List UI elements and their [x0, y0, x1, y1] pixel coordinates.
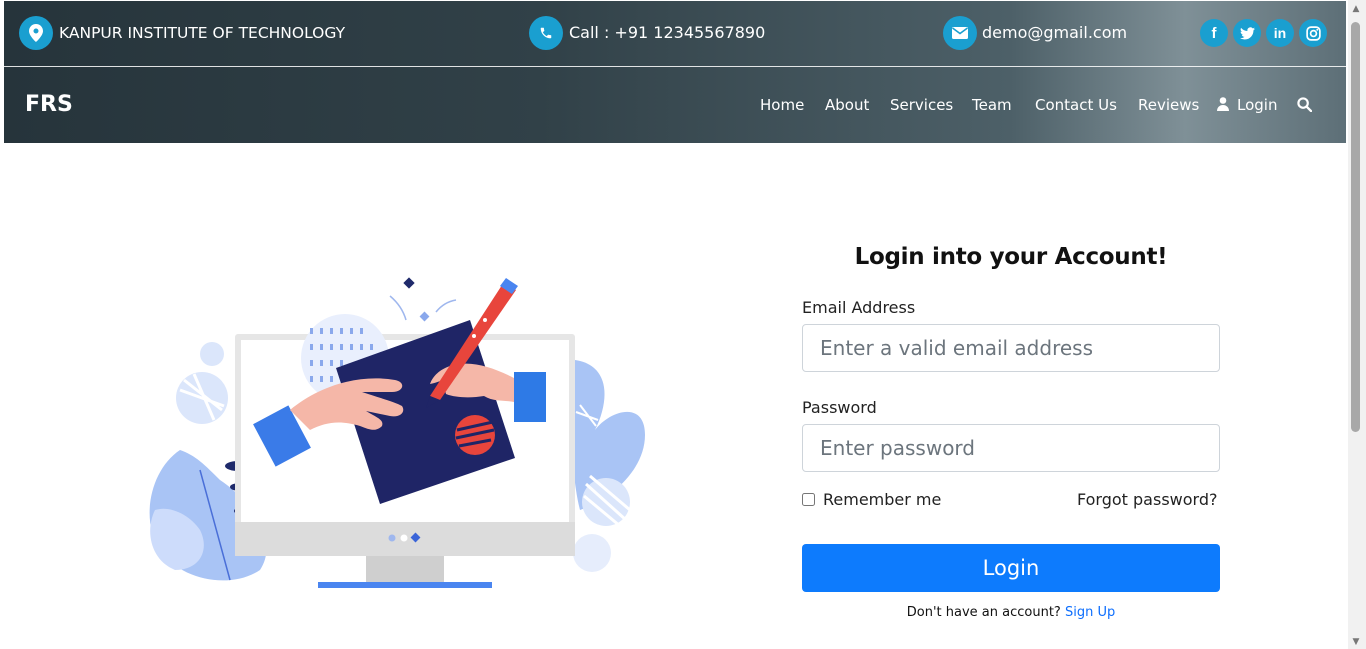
scrollbar-thumb[interactable] [1351, 22, 1360, 432]
brand-logo[interactable]: FRS [25, 92, 73, 118]
location-pin-icon [19, 16, 53, 50]
top-info-bar: KANPUR INSTITUTE OF TECHNOLOGY Call : +9… [4, 1, 1346, 67]
nav-contact-us[interactable]: Contact Us [1035, 95, 1117, 115]
contact-email: demo@gmail.com [982, 23, 1128, 42]
nav-team[interactable]: Team [972, 95, 1012, 115]
nav-home[interactable]: Home [760, 95, 804, 115]
login-button[interactable]: Login [802, 544, 1220, 592]
remember-me-group: Remember me [802, 490, 941, 509]
phone-number: Call : +91 12345567890 [569, 23, 766, 42]
email-label: Email Address [802, 298, 916, 317]
email-field[interactable] [802, 324, 1220, 372]
form-title: Login into your Account! [854, 244, 1168, 270]
password-label: Password [802, 398, 877, 417]
scroll-down-arrow-icon[interactable]: ▼ [1351, 637, 1361, 647]
signup-prompt-text: Don't have an account? [906, 605, 1061, 620]
search-icon[interactable] [1297, 97, 1313, 117]
password-field[interactable] [802, 424, 1220, 472]
instagram-icon[interactable] [1299, 19, 1327, 47]
remember-me-label[interactable]: Remember me [823, 490, 941, 509]
user-icon [1217, 96, 1229, 116]
topbar-divider [4, 66, 1346, 67]
scroll-up-arrow-icon[interactable]: ▲ [1351, 4, 1361, 14]
twitter-icon[interactable] [1233, 19, 1261, 47]
signup-link[interactable]: Sign Up [1065, 605, 1115, 620]
linkedin-icon[interactable]: in [1266, 19, 1294, 47]
nav-services[interactable]: Services [890, 95, 953, 115]
remember-me-checkbox[interactable] [802, 493, 815, 506]
institute-name: KANPUR INSTITUTE OF TECHNOLOGY [59, 24, 346, 42]
signup-prompt: Don't have an account? Sign Up [802, 605, 1220, 620]
envelope-icon [943, 16, 977, 50]
login-illustration [149, 277, 645, 588]
facebook-icon[interactable]: f [1200, 19, 1228, 47]
site-header: KANPUR INSTITUTE OF TECHNOLOGY Call : +9… [4, 1, 1346, 143]
nav-login[interactable]: Login [1237, 95, 1277, 115]
nav-reviews[interactable]: Reviews [1138, 95, 1199, 115]
nav-about[interactable]: About [825, 95, 869, 115]
forgot-password-link[interactable]: Forgot password? [1077, 490, 1217, 509]
phone-icon [529, 16, 563, 50]
